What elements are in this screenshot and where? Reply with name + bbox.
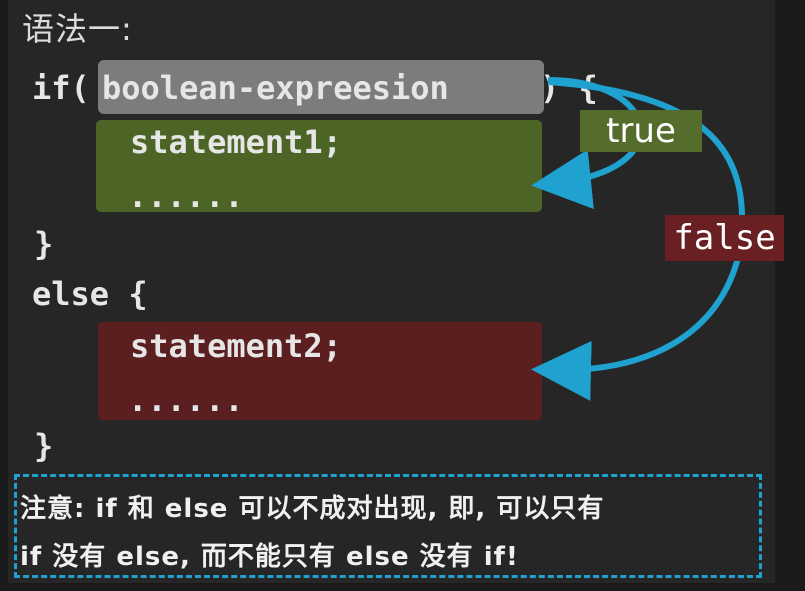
note-line-1: 注意: if 和 else 可以不成对出现, 即, 可以只有: [20, 494, 605, 524]
true-label: true: [580, 110, 702, 152]
note-line-2: if 没有 else, 而不能只有 else 没有 if!: [20, 542, 519, 572]
false-label: false: [665, 215, 784, 261]
